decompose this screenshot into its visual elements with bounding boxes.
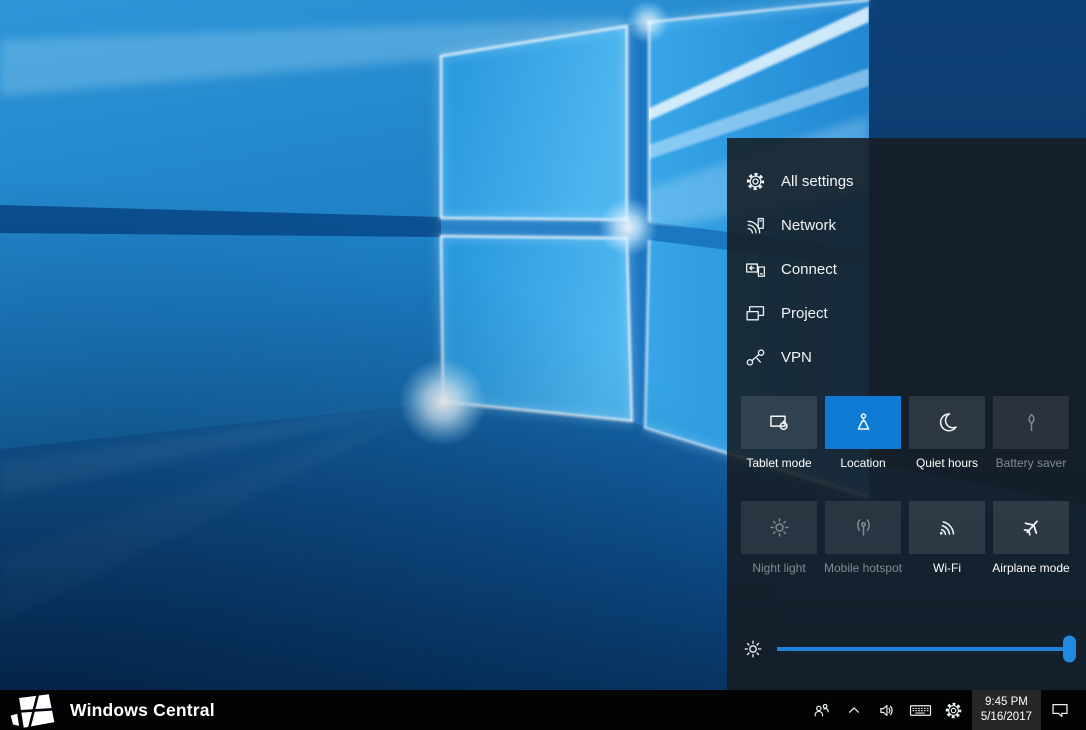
location-icon bbox=[852, 411, 875, 434]
brightness-sun-icon bbox=[743, 639, 763, 659]
quick-action-location: Location bbox=[825, 396, 901, 470]
quick-action-mobile-hotspot: Mobile hotspot bbox=[825, 501, 901, 575]
tablet-mode-icon bbox=[768, 411, 791, 434]
quick-action-tiles-grid: Tablet mode Location Q bbox=[741, 396, 1069, 575]
menu-item-connect[interactable]: Connect bbox=[727, 247, 1086, 291]
wifi-tile-button[interactable] bbox=[909, 501, 985, 554]
quick-settings-menu: All settings Network bbox=[727, 159, 1086, 379]
project-icon bbox=[745, 303, 766, 324]
action-center-icon bbox=[1050, 700, 1070, 720]
brand-text: Windows Central bbox=[70, 700, 215, 721]
tile-label: Location bbox=[821, 456, 905, 470]
show-hidden-icons-button[interactable] bbox=[838, 690, 871, 730]
connect-icon bbox=[745, 259, 766, 280]
touch-keyboard-tray-button[interactable] bbox=[904, 690, 937, 730]
menu-item-vpn[interactable]: VPN bbox=[727, 335, 1086, 379]
people-icon bbox=[812, 701, 831, 720]
desktop: All settings Network bbox=[0, 0, 1086, 730]
battery-saver-tile-button[interactable] bbox=[993, 396, 1069, 449]
menu-item-label: VPN bbox=[781, 349, 812, 366]
tile-label: Wi-Fi bbox=[905, 561, 989, 575]
tile-label: Battery saver bbox=[989, 456, 1073, 470]
menu-item-label: Network bbox=[781, 217, 836, 234]
quick-action-wifi: Wi-Fi bbox=[909, 501, 985, 575]
quick-action-quiet-hours: Quiet hours bbox=[909, 396, 985, 470]
mobile-hotspot-tile-button[interactable] bbox=[825, 501, 901, 554]
windows-central-brand: Windows Central bbox=[0, 691, 215, 730]
action-center-tray-button[interactable] bbox=[1043, 690, 1076, 730]
tile-label: Tablet mode bbox=[737, 456, 821, 470]
tablet-mode-tile-button[interactable] bbox=[741, 396, 817, 449]
clock-date: 5/16/2017 bbox=[981, 710, 1032, 725]
menu-item-all-settings[interactable]: All settings bbox=[727, 159, 1086, 203]
night-light-tile-button[interactable] bbox=[741, 501, 817, 554]
action-center-quick-settings-panel: All settings Network bbox=[727, 138, 1086, 690]
battery-saver-leaf-icon bbox=[1020, 411, 1043, 434]
people-tray-button[interactable] bbox=[805, 690, 838, 730]
system-tray: 9:45 PM 5/16/2017 bbox=[805, 690, 1086, 730]
chevron-up-icon bbox=[846, 702, 862, 718]
quick-action-airplane-mode: Airplane mode bbox=[993, 501, 1069, 575]
taskbar: Windows Central bbox=[0, 690, 1086, 730]
quick-action-tablet-mode: Tablet mode bbox=[741, 396, 817, 470]
menu-item-label: Project bbox=[781, 305, 828, 322]
brightness-slider-track bbox=[777, 647, 1070, 651]
brightness-slider[interactable] bbox=[777, 633, 1070, 665]
location-tile-button[interactable] bbox=[825, 396, 901, 449]
quick-action-night-light: Night light bbox=[741, 501, 817, 575]
windows-central-logo-icon bbox=[7, 692, 59, 730]
brightness-slider-thumb[interactable] bbox=[1063, 636, 1076, 663]
tray-clock[interactable]: 9:45 PM 5/16/2017 bbox=[972, 690, 1041, 730]
settings-gear-icon bbox=[944, 701, 963, 720]
menu-item-network[interactable]: Network bbox=[727, 203, 1086, 247]
airplane-icon bbox=[1020, 516, 1043, 539]
brightness-control-row bbox=[743, 633, 1070, 665]
brightness-slider-fill bbox=[777, 647, 1070, 651]
mobile-hotspot-icon bbox=[852, 516, 875, 539]
quick-action-battery-saver: Battery saver bbox=[993, 396, 1069, 470]
clock-time: 9:45 PM bbox=[985, 695, 1028, 710]
tile-label: Quiet hours bbox=[905, 456, 989, 470]
volume-icon bbox=[878, 701, 897, 720]
night-light-sun-icon bbox=[768, 516, 791, 539]
wifi-icon bbox=[936, 516, 959, 539]
quiet-hours-tile-button[interactable] bbox=[909, 396, 985, 449]
tile-label: Airplane mode bbox=[989, 561, 1073, 575]
volume-tray-button[interactable] bbox=[871, 690, 904, 730]
vpn-icon bbox=[745, 347, 766, 368]
settings-tray-button[interactable] bbox=[937, 690, 970, 730]
airplane-mode-tile-button[interactable] bbox=[993, 501, 1069, 554]
touch-keyboard-icon bbox=[909, 701, 932, 720]
tile-label: Mobile hotspot bbox=[821, 561, 905, 575]
network-icon bbox=[745, 215, 766, 236]
menu-item-project[interactable]: Project bbox=[727, 291, 1086, 335]
menu-item-label: Connect bbox=[781, 261, 837, 278]
tile-label: Night light bbox=[737, 561, 821, 575]
settings-gear-icon bbox=[745, 171, 766, 192]
quiet-hours-moon-icon bbox=[936, 411, 959, 434]
menu-item-label: All settings bbox=[781, 173, 854, 190]
